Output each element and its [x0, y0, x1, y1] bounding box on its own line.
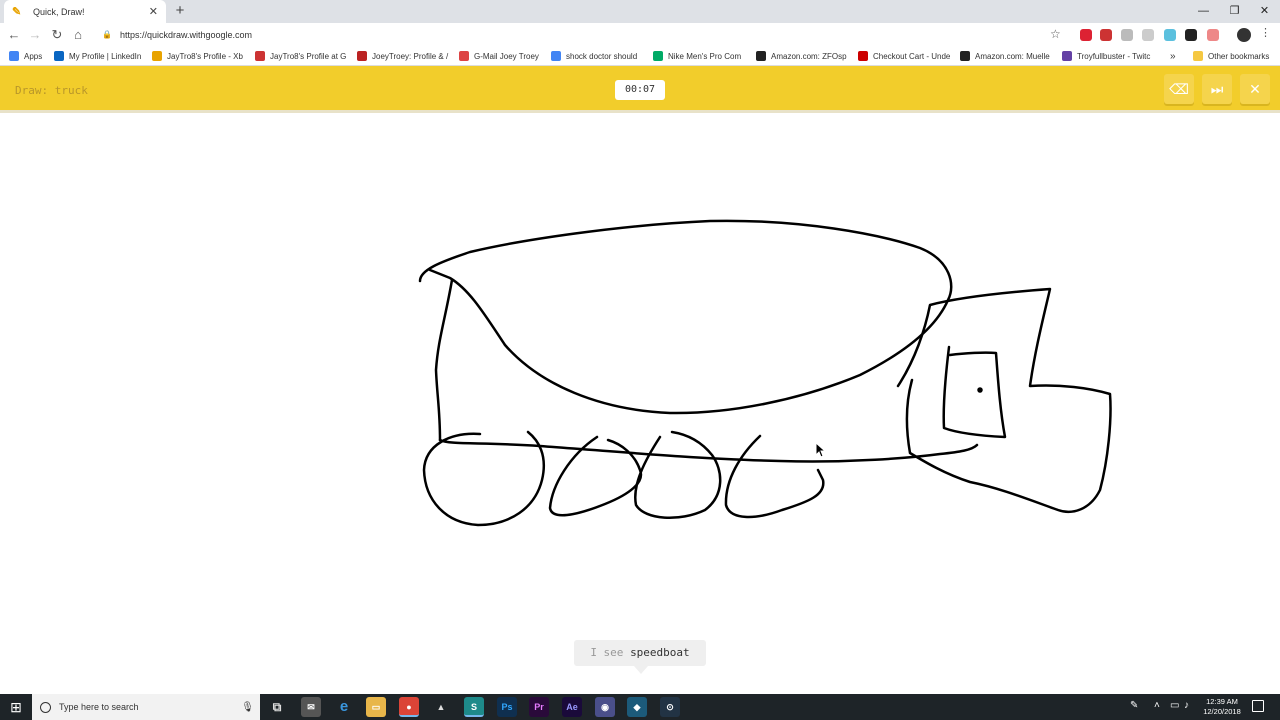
restore-button[interactable]: ❐: [1219, 0, 1250, 23]
file-explorer-icon[interactable]: ▭: [366, 697, 386, 717]
extension-icon[interactable]: [1164, 29, 1176, 41]
extension-icon[interactable]: [1207, 29, 1219, 41]
guess-word: speedboat: [630, 646, 690, 659]
drawing-stroke: [942, 345, 1007, 439]
new-tab-button[interactable]: +: [172, 3, 188, 19]
skip-icon: ⏭: [1210, 81, 1224, 97]
game-header: Draw: truck 00:07 ⌫ ⏭ ✕: [0, 66, 1280, 113]
discord-icon[interactable]: ◉: [595, 697, 615, 717]
guess-bubble-tail: [634, 666, 648, 674]
taskbar-search-box[interactable]: Type here to search 🎙: [32, 694, 260, 720]
ai-guess-bubble: I see speedboat: [574, 640, 706, 666]
clear-eraser-button[interactable]: ⌫: [1164, 74, 1194, 104]
steam-icon[interactable]: ⊙: [660, 697, 680, 717]
photoshop-icon[interactable]: Ps: [497, 697, 517, 717]
reload-button[interactable]: ↻: [48, 26, 66, 44]
lock-icon: 🔒: [102, 30, 112, 39]
task-view-icon[interactable]: ⧉: [267, 697, 287, 717]
skip-button[interactable]: ⏭: [1202, 74, 1232, 104]
bookmark-item[interactable]: G-Mail Joey Troey: [459, 49, 545, 63]
bookmark-item[interactable]: JayTro8's Profile - Xb: [152, 49, 246, 63]
bookmark-other[interactable]: Other bookmarks: [1193, 49, 1273, 63]
bookmark-item[interactable]: Checkout Cart - Unde: [858, 49, 950, 63]
after-effects-icon[interactable]: Ae: [562, 697, 582, 717]
chrome-icon[interactable]: ●: [399, 697, 419, 717]
bookmark-item[interactable]: JoeyTroey: Profile & /: [357, 49, 451, 63]
network-icon[interactable]: ▭: [1170, 700, 1179, 711]
extension-icon[interactable]: [1121, 29, 1133, 41]
bookmark-item[interactable]: Amazon.com: ZFOsp: [756, 49, 848, 63]
drawing-canvas[interactable]: [0, 116, 1280, 694]
chrome-menu-icon[interactable]: ⋮: [1260, 26, 1271, 39]
volume-icon[interactable]: ♪: [1184, 700, 1189, 711]
bookmark-item[interactable]: JayTro8's Profile at G: [255, 49, 349, 63]
profile-avatar[interactable]: [1237, 28, 1251, 42]
pen-icon[interactable]: ✎: [1130, 700, 1138, 711]
bookmark-item[interactable]: shock doctor should: [551, 49, 643, 63]
guess-prefix: I see: [590, 646, 624, 659]
bookmark-item[interactable]: Amazon.com: Muelle: [960, 49, 1052, 63]
show-hidden-icons-icon[interactable]: ˄: [1154, 700, 1160, 711]
windows-start-button[interactable]: ⊞: [0, 694, 32, 720]
mail-app-icon[interactable]: ✉: [301, 697, 321, 717]
countdown-timer: 00:07: [615, 80, 665, 100]
tab-title: Quick, Draw!: [33, 6, 85, 17]
eraser-icon: ⌫: [1169, 81, 1189, 97]
app-icon[interactable]: ◆: [627, 697, 647, 717]
bookmarks-bar: Apps My Profile | LinkedIn JayTro8's Pro…: [0, 46, 1280, 66]
tab-close-icon[interactable]: ✕: [149, 5, 158, 18]
windows-taskbar: ⊞ Type here to search 🎙 ⧉ ✉ e ▭ ● ▲ S Ps…: [0, 694, 1280, 720]
drawing-stroke: [418, 219, 953, 415]
drawing-stroke: [434, 278, 454, 442]
drawing-dot: [977, 387, 983, 393]
extension-icon[interactable]: [1185, 29, 1197, 41]
minimize-button[interactable]: —: [1188, 0, 1219, 23]
bookmark-star-icon[interactable]: ☆: [1050, 27, 1061, 41]
tab-strip: ✎ Quick, Draw! ✕ + — ❐ ✕: [0, 0, 1280, 23]
taskbar-clock[interactable]: 12:39 AM 12/20/2018: [1196, 697, 1248, 717]
address-bar[interactable]: 🔒 https://quickdraw.withgoogle.com: [94, 25, 1068, 44]
extension-icon[interactable]: [1142, 29, 1154, 41]
bookmark-item[interactable]: My Profile | LinkedIn: [54, 49, 146, 63]
close-window-button[interactable]: ✕: [1249, 0, 1280, 23]
back-button[interactable]: ←: [5, 26, 23, 44]
microphone-icon[interactable]: 🎙: [241, 702, 254, 713]
search-placeholder: Type here to search: [59, 702, 139, 712]
close-icon: ✕: [1249, 81, 1261, 97]
forward-button[interactable]: →: [26, 26, 44, 44]
home-button[interactable]: ⌂: [69, 26, 87, 44]
action-center-icon[interactable]: [1252, 700, 1264, 712]
clock-time: 12:39 AM: [1206, 697, 1238, 706]
app-icon[interactable]: ▲: [431, 697, 451, 717]
extension-icon[interactable]: [1080, 29, 1092, 41]
extension-icon[interactable]: [1100, 29, 1112, 41]
mouse-cursor-icon: [815, 442, 827, 458]
bookmarks-overflow-icon[interactable]: »: [1170, 49, 1180, 63]
drawing-stroke: [896, 287, 1112, 514]
bookmark-item[interactable]: Nike Men's Pro Com: [653, 49, 745, 63]
quickdraw-favicon-icon: ✎: [12, 5, 22, 18]
browser-tab[interactable]: ✎ Quick, Draw! ✕: [4, 0, 166, 23]
premiere-icon[interactable]: Pr: [529, 697, 549, 717]
draw-prompt: Draw: truck: [15, 84, 88, 97]
edge-browser-icon[interactable]: e: [334, 697, 354, 717]
app-icon[interactable]: S: [464, 697, 484, 717]
drawing-stroke: [634, 430, 722, 520]
clock-date: 12/20/2018: [1203, 707, 1241, 716]
url-text: https://quickdraw.withgoogle.com: [119, 29, 253, 40]
bookmark-item[interactable]: Troyfullbuster - Twitc: [1062, 49, 1154, 63]
exit-button[interactable]: ✕: [1240, 74, 1270, 104]
drawing-stroke: [724, 434, 825, 519]
cortana-icon: [40, 701, 51, 713]
bookmark-apps[interactable]: Apps: [9, 49, 49, 63]
truck-drawing: [418, 219, 1112, 527]
